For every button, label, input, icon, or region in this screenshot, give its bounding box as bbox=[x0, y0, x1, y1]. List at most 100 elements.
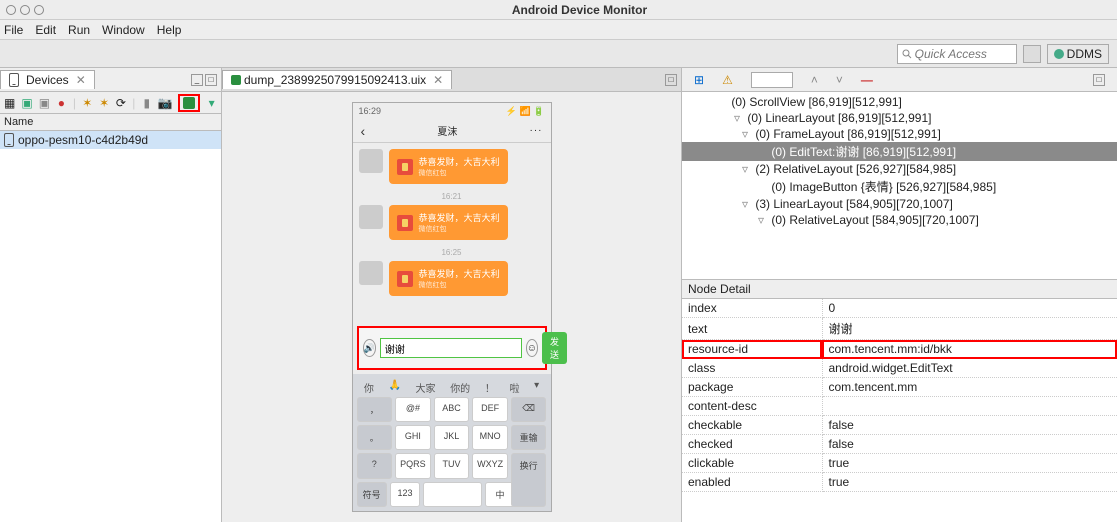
emoji-icon[interactable]: ☺ bbox=[526, 339, 538, 357]
devices-tab[interactable]: Devices ✕ bbox=[0, 70, 95, 89]
window-close-icon[interactable] bbox=[6, 5, 16, 15]
editor-max-icon[interactable]: □ bbox=[665, 74, 677, 86]
tb-icon-2[interactable]: ▣ bbox=[21, 96, 32, 110]
quick-access-input[interactable]: Quick Access bbox=[897, 44, 1017, 64]
down-icon[interactable]: ˅ bbox=[836, 73, 843, 87]
menu-window[interactable]: Window bbox=[102, 23, 145, 37]
avatar-icon bbox=[359, 205, 383, 229]
tree-row[interactable]: (0) EditText:谢谢 [86,919][512,991] bbox=[682, 142, 1117, 161]
backspace-key[interactable]: ⌫ bbox=[511, 397, 547, 422]
node-detail-row[interactable]: index0 bbox=[682, 299, 1117, 318]
menu-help[interactable]: Help bbox=[157, 23, 182, 37]
node-detail-row[interactable]: packagecom.tencent.mm bbox=[682, 378, 1117, 397]
key[interactable]: DEF bbox=[472, 397, 508, 422]
node-detail-row[interactable]: classandroid.widget.EditText bbox=[682, 359, 1117, 378]
message-row: 恭喜发财，大吉大利微信红包 bbox=[359, 149, 545, 184]
tb-icon-4[interactable]: ● bbox=[56, 96, 67, 110]
redpacket-icon bbox=[397, 159, 413, 175]
tb-icon-last[interactable]: ▾ bbox=[206, 96, 217, 110]
node-detail-row[interactable]: clickabletrue bbox=[682, 454, 1117, 473]
close-tab-icon[interactable]: ✕ bbox=[76, 73, 86, 87]
sugg[interactable]: 你 bbox=[364, 380, 374, 395]
key[interactable]: 重输 bbox=[511, 425, 547, 450]
warn-icon[interactable]: ⚠ bbox=[722, 73, 733, 87]
space-key[interactable] bbox=[423, 482, 482, 507]
tree-search-input[interactable] bbox=[751, 72, 793, 88]
tb-icon-7[interactable]: ⟳ bbox=[116, 96, 127, 110]
key[interactable]: WXYZ bbox=[472, 453, 508, 479]
expand-icon[interactable]: ⊞ bbox=[694, 73, 704, 87]
key[interactable]: 123 bbox=[390, 482, 420, 507]
tree-row[interactable]: (0) ScrollView [86,919][512,991] bbox=[682, 94, 1117, 110]
key[interactable]: TUV bbox=[434, 453, 470, 479]
window-min-icon[interactable] bbox=[20, 5, 30, 15]
tb-icon-5[interactable]: ✶ bbox=[82, 96, 93, 110]
key[interactable]: GHI bbox=[395, 425, 431, 450]
sugg[interactable]: ！ bbox=[485, 380, 495, 395]
tb-icon-3[interactable]: ▣ bbox=[39, 96, 50, 110]
sugg[interactable]: 啦 bbox=[509, 380, 519, 395]
close-editor-tab-icon[interactable]: ✕ bbox=[433, 73, 443, 87]
up-icon[interactable]: ˄ bbox=[811, 73, 818, 87]
voice-icon[interactable]: 🔊 bbox=[363, 339, 376, 357]
key[interactable]: @# bbox=[395, 397, 431, 422]
key[interactable]: ， bbox=[357, 397, 393, 422]
menu-file[interactable]: File bbox=[4, 23, 23, 37]
node-detail-row[interactable]: checkedfalse bbox=[682, 435, 1117, 454]
send-button[interactable]: 发送 bbox=[542, 332, 567, 364]
menu-run[interactable]: Run bbox=[68, 23, 90, 37]
tb-icon-8[interactable]: ▮ bbox=[141, 96, 152, 110]
toolbar-icon[interactable] bbox=[1023, 45, 1041, 63]
tb-icon-6[interactable]: ✶ bbox=[99, 96, 110, 110]
sugg[interactable]: ▾ bbox=[534, 380, 539, 395]
node-detail-row[interactable]: resource-idcom.tencent.mm:id/bkk bbox=[682, 340, 1117, 359]
chat-input-row: 🔊 ☺ 发送 bbox=[357, 326, 547, 370]
menu-edit[interactable]: Edit bbox=[35, 23, 56, 37]
tree-row[interactable]: ▿ (0) FrameLayout [86,919][512,991] bbox=[682, 126, 1117, 142]
node-detail-row[interactable]: text谢谢 bbox=[682, 318, 1117, 340]
tree-row[interactable]: ▿ (2) RelativeLayout [526,927][584,985] bbox=[682, 161, 1117, 177]
node-detail-row[interactable]: content-desc bbox=[682, 397, 1117, 416]
node-detail-row[interactable]: checkablefalse bbox=[682, 416, 1117, 435]
window-max-icon[interactable] bbox=[34, 5, 44, 15]
devices-tab-label: Devices bbox=[26, 73, 69, 87]
node-detail-row[interactable]: enabledtrue bbox=[682, 473, 1117, 492]
symbol-key[interactable]: 符号 bbox=[357, 482, 387, 507]
key[interactable]: JKL bbox=[434, 425, 470, 450]
tree-max-icon[interactable]: □ bbox=[1093, 74, 1105, 86]
key[interactable]: 。 bbox=[357, 425, 393, 450]
sugg[interactable]: 🙏 bbox=[388, 380, 400, 395]
tree-row[interactable]: ▿ (0) RelativeLayout [584,905][720,1007] bbox=[682, 212, 1117, 228]
ui-tree[interactable]: (0) ScrollView [86,919][512,991]▿ (0) Li… bbox=[682, 92, 1117, 279]
hierarchy-panel: ⊞ ⚠ ˄ ˅ — □ (0) ScrollView [86,919][512,… bbox=[682, 68, 1117, 280]
redpacket-bubble[interactable]: 恭喜发财，大吉大利微信红包 bbox=[389, 149, 508, 184]
sugg[interactable]: 大家 bbox=[416, 380, 436, 395]
dump-hierarchy-icon[interactable] bbox=[183, 97, 195, 109]
key[interactable]: ? bbox=[357, 453, 393, 479]
back-icon[interactable]: ‹ bbox=[361, 123, 366, 139]
panel-max-icon[interactable]: □ bbox=[205, 74, 217, 86]
tree-row[interactable]: ▿ (0) LinearLayout [86,919][512,991] bbox=[682, 110, 1117, 126]
enter-key[interactable]: 换行 bbox=[511, 453, 547, 507]
panel-min-icon[interactable]: _ bbox=[191, 74, 203, 86]
uix-tab[interactable]: dump_2389925079915092413.uix ✕ bbox=[222, 70, 452, 89]
remove-icon[interactable]: — bbox=[861, 73, 873, 87]
screenshot-canvas[interactable]: 16:29 ⚡ 📶 🔋 ‹ 夏沫 ··· 恭喜发财，大吉大利微信红包 bbox=[222, 92, 681, 522]
device-row[interactable]: oppo-pesm10-c4d2b49d bbox=[0, 131, 221, 149]
tree-row[interactable]: (0) ImageButton {表情} [526,927][584,985] bbox=[682, 177, 1117, 196]
sugg[interactable]: 你的 bbox=[450, 380, 470, 395]
device-icon bbox=[9, 73, 19, 87]
camera-icon[interactable]: 📷 bbox=[158, 96, 172, 110]
tree-row[interactable]: ▿ (3) LinearLayout [584,905][720,1007] bbox=[682, 196, 1117, 212]
redpacket-bubble[interactable]: 恭喜发财，大吉大利微信红包 bbox=[389, 261, 508, 296]
tb-icon-1[interactable]: ▦ bbox=[4, 96, 15, 110]
ddms-perspective-button[interactable]: DDMS bbox=[1047, 44, 1109, 64]
phone-screenshot: 16:29 ⚡ 📶 🔋 ‹ 夏沫 ··· 恭喜发财，大吉大利微信红包 bbox=[352, 102, 552, 512]
chat-input[interactable] bbox=[380, 338, 522, 358]
key[interactable]: ABC bbox=[434, 397, 470, 422]
msg-text: 恭喜发财，大吉大利 bbox=[419, 213, 500, 223]
key[interactable]: MNO bbox=[472, 425, 508, 450]
key[interactable]: PQRS bbox=[395, 453, 431, 479]
more-icon[interactable]: ··· bbox=[529, 125, 542, 136]
redpacket-bubble[interactable]: 恭喜发财，大吉大利微信红包 bbox=[389, 205, 508, 240]
